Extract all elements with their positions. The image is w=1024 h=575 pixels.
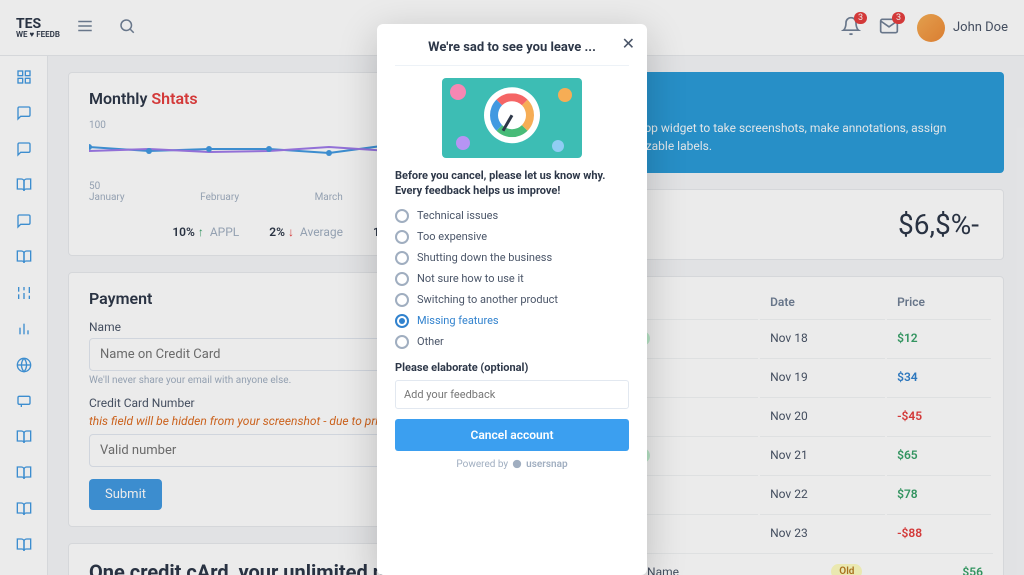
reason-option[interactable]: Technical issues <box>395 209 629 223</box>
reason-list: Technical issues Too expensive Shutting do… <box>395 209 629 349</box>
reason-label: Missing features <box>417 314 499 327</box>
reason-label: Technical issues <box>417 209 498 222</box>
radio-icon <box>395 209 409 223</box>
radio-icon <box>395 335 409 349</box>
modal-subtitle: Before you cancel, please let us know wh… <box>395 168 629 199</box>
reason-label: Shutting down the business <box>417 251 552 264</box>
cancel-modal: ✕ We're sad to see you leave ... Before … <box>377 24 647 575</box>
reason-label: Switching to another product <box>417 293 558 306</box>
modal-illustration <box>442 78 582 158</box>
elaborate-label: Please elaborate (optional) <box>395 361 629 374</box>
usersnap-icon <box>512 459 522 469</box>
modal-overlay[interactable]: ✕ We're sad to see you leave ... Before … <box>0 0 1024 575</box>
radio-icon <box>395 230 409 244</box>
radio-icon <box>395 293 409 307</box>
reason-option[interactable]: Too expensive <box>395 230 629 244</box>
reason-option[interactable]: Shutting down the business <box>395 251 629 265</box>
reason-label: Too expensive <box>417 230 487 243</box>
reason-option[interactable]: Not sure how to use it <box>395 272 629 286</box>
reason-option[interactable]: Switching to another product <box>395 293 629 307</box>
reason-option[interactable]: Other <box>395 335 629 349</box>
powered-by: Powered by usersnap <box>395 459 629 470</box>
radio-icon <box>395 251 409 265</box>
radio-icon <box>395 272 409 286</box>
close-icon[interactable]: ✕ <box>622 34 635 53</box>
modal-title: We're sad to see you leave ... <box>395 40 629 66</box>
reason-option[interactable]: Missing features <box>395 314 629 328</box>
cancel-account-button[interactable]: Cancel account <box>395 419 629 451</box>
radio-icon <box>395 314 409 328</box>
reason-label: Not sure how to use it <box>417 272 524 285</box>
elaborate-input[interactable] <box>395 380 629 409</box>
reason-label: Other <box>417 335 444 348</box>
